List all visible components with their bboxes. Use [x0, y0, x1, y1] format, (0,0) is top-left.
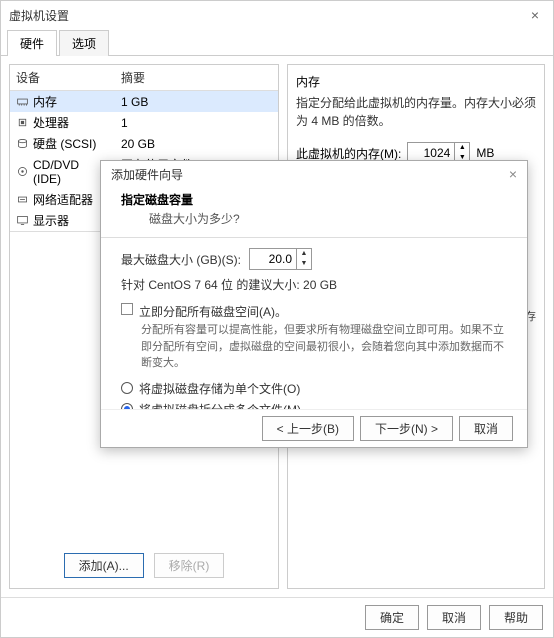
single-file-row[interactable]: 将虚拟磁盘存储为单个文件(O) — [121, 380, 507, 397]
cancel-button[interactable]: 取消 — [427, 605, 481, 630]
add-hardware-wizard: 添加硬件向导 × 指定磁盘容量 磁盘大小为多少? 最大磁盘大小 (GB)(S):… — [100, 160, 528, 448]
memory-icon — [16, 95, 29, 108]
max-disk-input[interactable] — [250, 250, 296, 268]
close-icon[interactable]: × — [525, 7, 545, 23]
remove-device-button: 移除(R) — [154, 553, 225, 578]
bottom-bar: 确定 取消 帮助 — [1, 597, 553, 637]
wizard-subheading: 磁盘大小为多少? — [121, 210, 507, 227]
device-label: 内存 — [33, 93, 57, 110]
multi-file-label: 将虚拟磁盘拆分成多个文件(M) — [139, 401, 301, 410]
device-row-disk[interactable]: 硬盘 (SCSI) 20 GB — [10, 133, 278, 154]
network-icon — [16, 193, 29, 206]
device-summary: 1 — [115, 112, 278, 133]
col-device: 设备 — [10, 65, 115, 90]
recommended-size: 针对 CentOS 7 64 位 的建议大小: 20 GB — [121, 276, 507, 293]
device-table-header: 设备 摘要 — [10, 65, 278, 91]
device-label: 网络适配器 — [33, 191, 93, 208]
allocate-now-label: 立即分配所有磁盘空间(A)。 — [139, 303, 287, 320]
tab-hardware[interactable]: 硬件 — [7, 30, 57, 56]
max-disk-spinner[interactable]: ▲▼ — [249, 248, 312, 270]
disk-icon — [16, 137, 29, 150]
device-label: 处理器 — [33, 114, 69, 131]
wizard-close-icon[interactable]: × — [509, 166, 517, 182]
device-row-memory[interactable]: 内存 1 GB — [10, 91, 278, 112]
wizard-heading: 指定磁盘容量 — [121, 191, 507, 208]
ok-button[interactable]: 确定 — [365, 605, 419, 630]
next-button[interactable]: 下一步(N) > — [360, 416, 453, 441]
cd-icon — [16, 165, 29, 178]
display-icon — [16, 214, 29, 227]
tab-options[interactable]: 选项 — [59, 30, 109, 56]
memory-heading: 内存 — [296, 73, 536, 90]
device-label: 显示器 — [33, 212, 69, 229]
title-bar: 虚拟机设置 × — [1, 1, 553, 29]
device-buttons: 添加(A)... 移除(R) — [10, 535, 278, 588]
wizard-footer: < 上一步(B) 下一步(N) > 取消 — [101, 409, 527, 447]
allocate-now-desc: 分配所有容量可以提高性能，但要求所有物理磁盘空间立即可用。如果不立即分配所有空间… — [121, 322, 507, 372]
memory-label: 此虚拟机的内存(M): — [296, 145, 401, 162]
multi-file-row[interactable]: 将虚拟磁盘拆分成多个文件(M) — [121, 401, 507, 410]
wizard-body: 最大磁盘大小 (GB)(S): ▲▼ 针对 CentOS 7 64 位 的建议大… — [101, 238, 527, 409]
single-file-label: 将虚拟磁盘存储为单个文件(O) — [139, 380, 300, 397]
col-summary: 摘要 — [115, 65, 278, 90]
window-title: 虚拟机设置 — [9, 7, 69, 24]
spin-buttons[interactable]: ▲▼ — [296, 249, 311, 269]
max-disk-label: 最大磁盘大小 (GB)(S): — [121, 251, 241, 268]
add-device-button[interactable]: 添加(A)... — [64, 553, 144, 578]
wizard-cancel-button[interactable]: 取消 — [459, 416, 513, 441]
single-file-radio[interactable] — [121, 382, 133, 394]
device-label: 硬盘 (SCSI) — [33, 135, 96, 152]
wizard-title: 添加硬件向导 — [111, 166, 183, 183]
allocate-now-row[interactable]: 立即分配所有磁盘空间(A)。 — [121, 303, 507, 320]
back-button[interactable]: < 上一步(B) — [262, 416, 354, 441]
help-button[interactable]: 帮助 — [489, 605, 543, 630]
memory-desc: 指定分配给此虚拟机的内存量。内存大小必须为 4 MB 的倍数。 — [296, 94, 536, 130]
tab-row: 硬件 选项 — [1, 29, 553, 56]
device-row-cpu[interactable]: 处理器 1 — [10, 112, 278, 133]
device-summary: 1 GB — [115, 91, 278, 112]
memory-unit: MB — [476, 146, 494, 160]
allocate-now-checkbox[interactable] — [121, 303, 133, 315]
cpu-icon — [16, 116, 29, 129]
wizard-title-bar: 添加硬件向导 × — [101, 161, 527, 187]
device-summary: 20 GB — [115, 133, 278, 154]
wizard-header: 指定磁盘容量 磁盘大小为多少? — [101, 187, 527, 237]
device-label: CD/DVD (IDE) — [33, 158, 109, 186]
